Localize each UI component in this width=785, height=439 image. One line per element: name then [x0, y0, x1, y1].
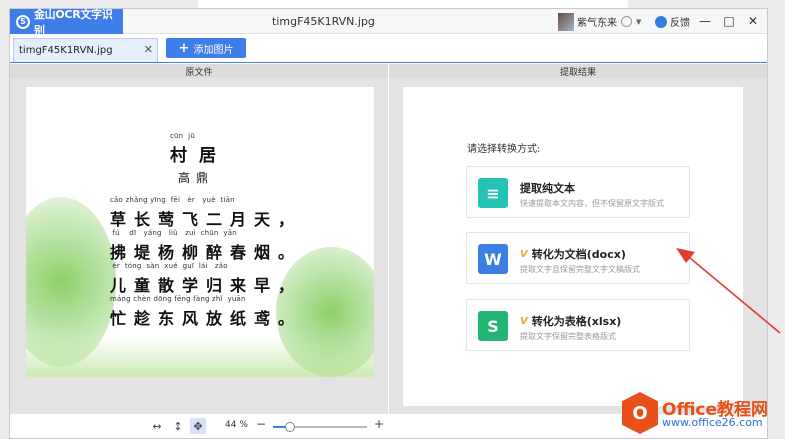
ground [26, 337, 374, 377]
pan-icon[interactable]: ✥ [190, 418, 206, 434]
close-icon[interactable]: ✕ [144, 43, 153, 56]
poem-author: 高鼎 [178, 171, 215, 185]
minimize-button[interactable]: — [696, 12, 714, 30]
feedback-button[interactable]: 反馈 [655, 14, 690, 29]
zoom-in-button[interactable]: + [374, 417, 384, 431]
result-pane: 请选择转换方式: ≡ 提取纯文本 快速提取本文内容，但不保留原文字版式 W V … [389, 78, 767, 414]
source-pane[interactable]: cūn jū 村居 高鼎 cǎo zhǎng yīng fēi èr yuè t… [10, 78, 388, 414]
option-title-text: 转化为表格(xlsx) [531, 315, 622, 328]
chat-bubble-icon [655, 15, 667, 28]
option-desc: 提取文字保留完整表格版式 [520, 332, 616, 341]
user-menu[interactable]: 紫气东来 ▼ [558, 12, 641, 31]
chevron-down-icon[interactable]: ▼ [636, 18, 641, 26]
poem-line: 儿童散学归来早， [110, 276, 303, 295]
close-button[interactable]: ✕ [744, 12, 762, 30]
watermark: O Office教程网 www.office26.com [618, 387, 785, 439]
zoom-slider-thumb[interactable] [284, 422, 295, 432]
window-title: timgF45K1RVN.jpg [272, 15, 375, 28]
convert-prompt: 请选择转换方式: [467, 144, 541, 155]
result-pane-header: 提取结果 [389, 64, 767, 78]
maximize-button[interactable]: □ [720, 12, 738, 30]
poem-line-pinyin: ér tóng sàn xué guī lái zǎo [110, 262, 228, 270]
option-title: V 转化为文档(docx) [520, 246, 626, 262]
vip-icon [621, 16, 632, 27]
option-xlsx[interactable]: S V 转化为表格(xlsx) 提取文字保留完整表格版式 [466, 299, 690, 351]
user-name: 紫气东来 [577, 18, 617, 29]
poem-line: 草长莺飞二月天， [110, 210, 303, 229]
fit-width-icon[interactable]: ↔ [149, 418, 165, 434]
fit-height-icon[interactable]: ↕ [170, 418, 186, 434]
poem-line: 拂堤杨柳醉春烟。 [110, 243, 303, 262]
file-tab-label: timgF45K1RVN.jpg [19, 45, 113, 56]
title-bar: S 金山OCR文字识别 timgF45K1RVN.jpg 紫气东来 ▼ 反馈 —… [10, 8, 767, 37]
option-title: V 转化为表格(xlsx) [520, 313, 621, 329]
poem-line-pinyin: fú dī yáng liǔ zuì chūn yān [110, 229, 237, 237]
vip-badge-icon: V [520, 248, 528, 260]
avatar[interactable] [558, 12, 574, 31]
feedback-label: 反馈 [670, 18, 690, 29]
source-pane-header: 原文件 [10, 64, 388, 78]
tab-bar: timgF45K1RVN.jpg ✕ + 添加图片 [10, 35, 767, 63]
poem-line: 忙趁东风放纸鸢。 [110, 309, 303, 328]
file-tab[interactable]: timgF45K1RVN.jpg ✕ [13, 38, 158, 62]
option-desc: 提取文字且保留完整文字文稿版式 [520, 265, 640, 274]
source-pane-title: 原文件 [185, 67, 213, 78]
option-docx[interactable]: W V 转化为文档(docx) 提取文字且保留完整文字文稿版式 [466, 232, 690, 284]
title-pinyin: cūn jū [170, 132, 195, 140]
background-strip [198, 0, 628, 8]
app-name: 金山OCR文字识别 [33, 7, 113, 37]
add-image-button[interactable]: + 添加图片 [166, 38, 246, 58]
option-title: 提取纯文本 [520, 180, 575, 196]
zoom-value: 44 % [225, 420, 248, 430]
zoom-slider[interactable] [273, 422, 367, 432]
option-plain-text[interactable]: ≡ 提取纯文本 快速提取本文内容，但不保留原文字版式 [466, 166, 690, 218]
option-title-text: 提取纯文本 [520, 182, 575, 195]
poem-line-pinyin: cǎo zhǎng yīng fēi èr yuè tiān [110, 196, 235, 204]
option-title-text: 转化为文档(docx) [531, 248, 626, 261]
option-desc: 快速提取本文内容，但不保留原文字版式 [520, 199, 664, 208]
office-logo-icon: O [622, 392, 658, 434]
watermark-url: www.office26.com [662, 416, 763, 429]
poem-illustration: cūn jū 村居 高鼎 cǎo zhǎng yīng fēi èr yuè t… [26, 87, 374, 377]
poem-line-pinyin: máng chèn dōng fēng fàng zhǐ yuān [110, 295, 246, 303]
app-badge: S 金山OCR文字识别 [10, 8, 123, 37]
sheet-icon: S [478, 311, 508, 341]
vip-badge-icon: V [520, 315, 528, 327]
add-image-label: 添加图片 [193, 44, 234, 56]
plus-icon: + [178, 40, 190, 56]
word-icon: W [478, 244, 508, 274]
source-image[interactable]: cūn jū 村居 高鼎 cǎo zhǎng yīng fēi èr yuè t… [26, 87, 374, 377]
result-panel: 请选择转换方式: ≡ 提取纯文本 快速提取本文内容，但不保留原文字版式 W V … [403, 87, 743, 406]
text-icon: ≡ [478, 178, 508, 208]
app-logo-icon: S [16, 14, 30, 29]
zoom-out-button[interactable]: − [256, 417, 266, 431]
poem-title: 村居 [170, 146, 228, 166]
app-window: S 金山OCR文字识别 timgF45K1RVN.jpg 紫气东来 ▼ 反馈 —… [9, 8, 768, 439]
result-pane-title: 提取结果 [559, 67, 596, 78]
